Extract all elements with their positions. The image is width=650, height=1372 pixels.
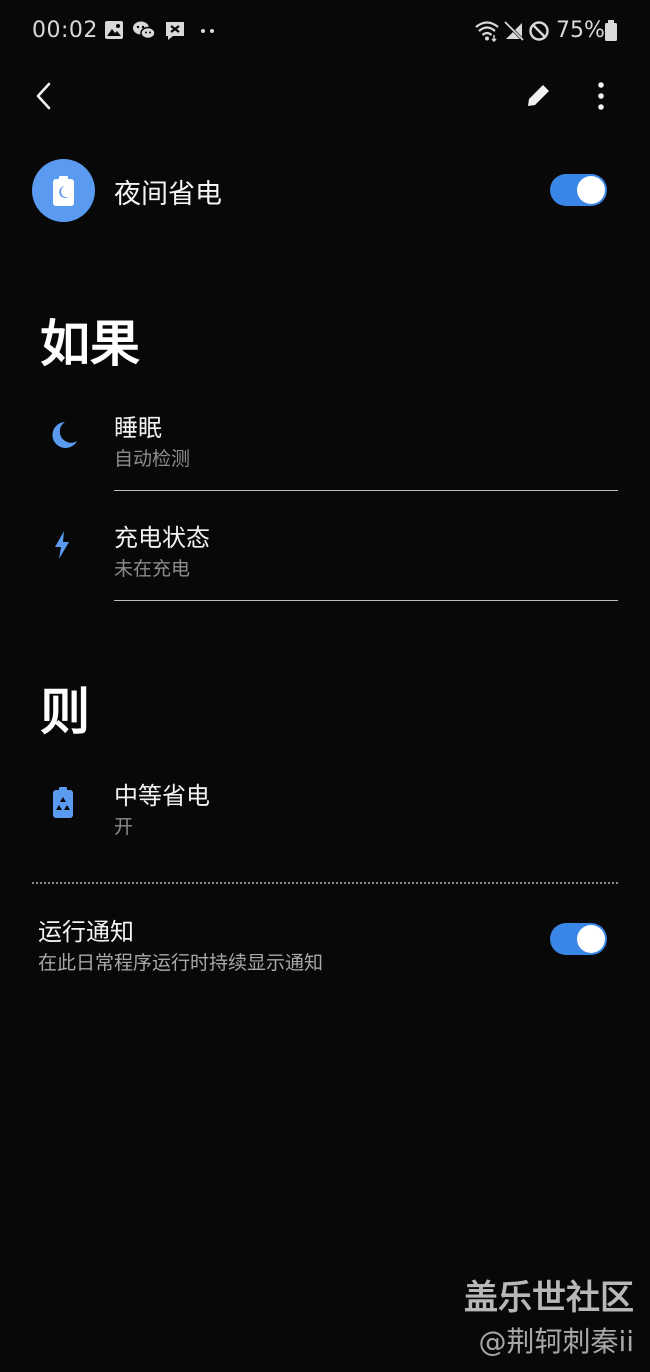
watermark-community: 盖乐世社区 [464,1278,634,1318]
battery-icon [605,20,617,41]
gallery-icon [105,21,123,39]
status-time: 00:02 [32,18,98,43]
condition-subtitle: 未在充电 [114,558,191,580]
action-title: 中等省电 [114,782,210,810]
pencil-icon[interactable] [524,80,554,110]
wechat-icon [133,21,156,40]
lightning-icon [55,531,69,559]
battery-percent: 75% [556,18,605,43]
dotted-separator [32,882,618,884]
notification-title: 运行通知 [38,918,134,946]
app-notification-icon [166,22,184,40]
do-not-disturb-icon [529,21,549,41]
divider [114,600,618,601]
more-notifications-icon [201,29,214,33]
toggle-knob [577,176,605,204]
routine-toggle[interactable] [550,174,607,206]
mobile-data-off-icon [503,20,525,42]
condition-title: 充电状态 [114,524,210,552]
then-heading: 则 [40,683,90,741]
notification-toggle[interactable] [550,923,607,955]
watermark-author: @荆轲刺秦ii [478,1325,634,1358]
condition-subtitle: 自动检测 [114,448,191,470]
routine-title: 夜间省电 [114,179,222,210]
more-vertical-icon[interactable] [590,80,612,112]
back-arrow-icon[interactable] [30,80,58,112]
toggle-knob [577,925,605,953]
routine-badge [32,159,95,222]
battery-moon-icon [53,176,74,206]
status-bar: 00:02 75% [0,0,650,64]
moon-icon [52,422,77,448]
notification-subtitle: 在此日常程序运行时持续显示通知 [38,952,324,974]
wifi-icon [475,21,499,42]
divider [114,490,618,491]
battery-recycle-icon [53,787,73,818]
if-heading: 如果 [40,315,140,373]
condition-title: 睡眠 [114,414,162,442]
action-subtitle: 开 [114,816,134,838]
